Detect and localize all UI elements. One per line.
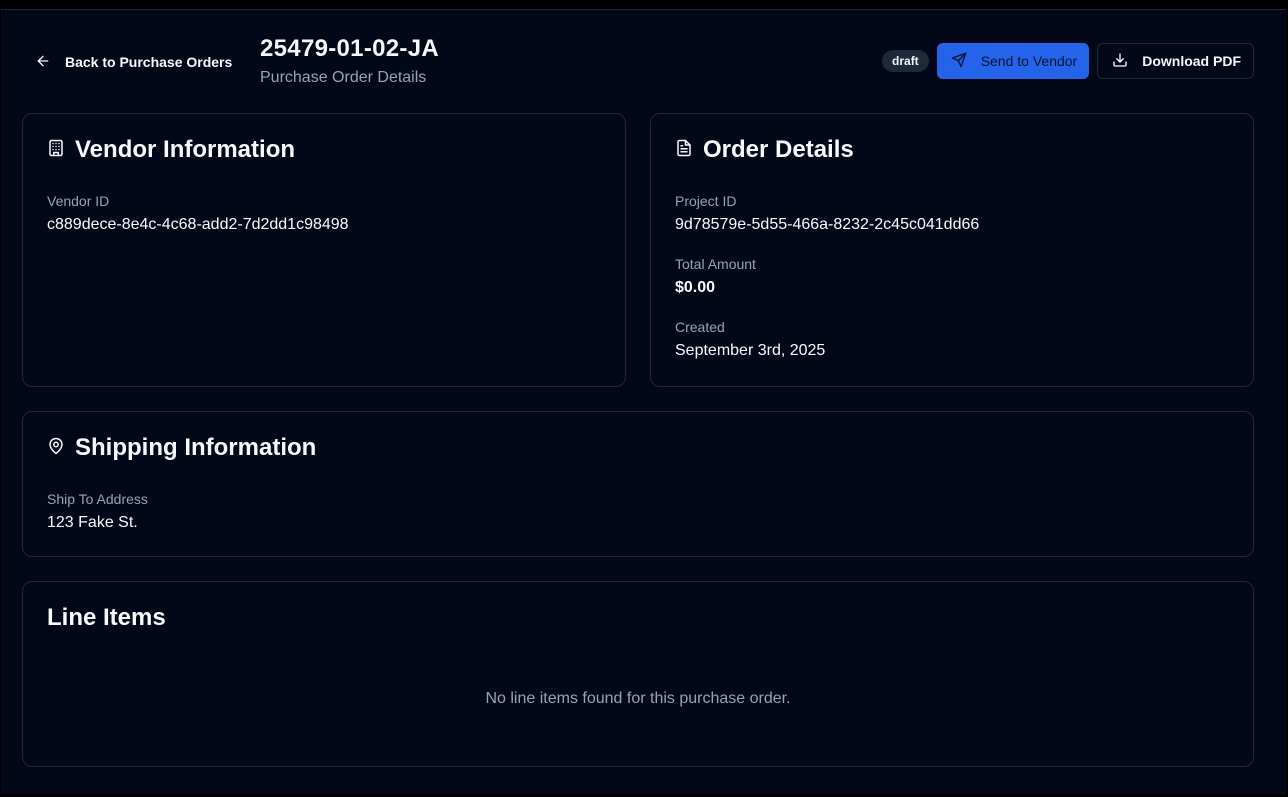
created-value: September 3rd, 2025 [675, 342, 826, 359]
vendor-id-field: Vendor ID c889dece-8e4c-4c68-add2-7d2dd1… [47, 192, 601, 235]
total-amount-label: Total Amount [675, 256, 756, 272]
project-id-label: Project ID [675, 193, 737, 209]
send-to-vendor-button[interactable]: Send to Vendor [936, 43, 1090, 79]
building-icon [47, 136, 65, 164]
line-items-card-title: Line Items [47, 604, 1229, 632]
ship-to-address-field: Ship To Address 123 Fake St. [47, 490, 1229, 533]
project-id-value: 9d78579e-5d55-466a-8232-2c45c041dd66 [675, 216, 980, 233]
project-id-field: Project ID 9d78579e-5d55-466a-8232-2c45c… [675, 192, 1229, 235]
ship-to-address-label: Ship To Address [47, 491, 148, 507]
page-title: 25479-01-02-JA [260, 35, 439, 62]
page-subtitle: Purchase Order Details [260, 69, 427, 86]
send-to-vendor-label: Send to Vendor [980, 53, 1078, 69]
vendor-id-label: Vendor ID [47, 193, 110, 209]
ship-to-address-value: 123 Fake St. [47, 514, 138, 531]
download-pdf-button[interactable]: Download PDF [1097, 43, 1254, 79]
created-field: Created September 3rd, 2025 [675, 318, 1229, 361]
order-card-title-text: Order Details [703, 136, 854, 163]
shipping-information-card: Shipping Information Ship To Address 123… [22, 411, 1254, 557]
shipping-card-title-text: Shipping Information [75, 434, 317, 461]
back-to-purchase-orders-button[interactable]: Back to Purchase Orders [25, 44, 242, 80]
page-header: Back to Purchase Orders 25479-01-02-JA P… [1, 10, 1286, 110]
back-button-label: Back to Purchase Orders [65, 54, 233, 70]
send-icon [951, 52, 967, 71]
vendor-id-value: c889dece-8e4c-4c68-add2-7d2dd1c98498 [47, 216, 349, 233]
header-actions: draft Send to Vendor Download PDF [882, 43, 1254, 79]
order-card-title: Order Details [675, 136, 1229, 164]
app-frame: Back to Purchase Orders 25479-01-02-JA P… [1, 9, 1286, 795]
total-amount-field: Total Amount $0.00 [675, 255, 1229, 298]
shipping-card-title: Shipping Information [47, 434, 1229, 462]
title-block: 25479-01-02-JA Purchase Order Details [260, 34, 439, 88]
vendor-card-title: Vendor Information [47, 136, 601, 164]
created-label: Created [675, 319, 725, 335]
vendor-card-title-text: Vendor Information [75, 136, 296, 163]
line-items-empty-message: No line items found for this purchase or… [485, 690, 791, 707]
order-details-card: Order Details Project ID 9d78579e-5d55-4… [650, 113, 1254, 387]
download-pdf-label: Download PDF [1142, 53, 1241, 69]
arrow-left-icon [35, 53, 51, 72]
total-amount-value: $0.00 [675, 279, 716, 296]
download-icon [1112, 52, 1128, 71]
file-text-icon [675, 136, 693, 164]
vendor-information-card: Vendor Information Vendor ID c889dece-8e… [22, 113, 626, 387]
line-items-card: Line Items No line items found for this … [22, 581, 1254, 767]
status-badge: draft [882, 50, 929, 72]
line-items-title-text: Line Items [47, 604, 166, 631]
map-pin-icon [47, 434, 65, 462]
